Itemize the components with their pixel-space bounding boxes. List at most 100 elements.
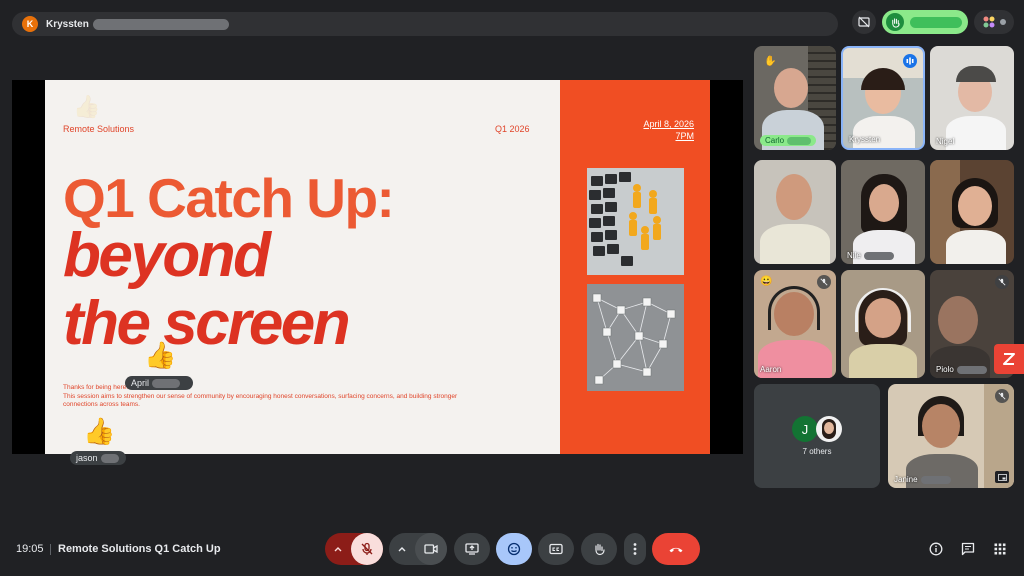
participant-name: Kryssten xyxy=(849,135,881,144)
activities-icon xyxy=(983,16,994,28)
participant-body xyxy=(946,116,1006,150)
video-options-button[interactable] xyxy=(389,533,415,565)
participant-face xyxy=(774,68,808,108)
participant-emoji-icon: 😀 xyxy=(760,276,773,287)
participant-body xyxy=(849,344,917,378)
reactions-button[interactable] xyxy=(496,533,532,565)
reaction-name-tag: April xyxy=(125,376,193,390)
participant-body xyxy=(946,230,1006,264)
participant-face xyxy=(869,184,899,222)
participant-face xyxy=(774,292,814,336)
presenter-bar[interactable]: K Kryssten xyxy=(12,12,838,36)
participant-tile[interactable]: Nile xyxy=(841,160,925,264)
participant-name-blur xyxy=(863,251,894,260)
thumbs-up-reaction-icon: 👍 xyxy=(83,416,116,446)
slide-quarter: Q1 2026 xyxy=(495,124,530,134)
participant-name: Nile xyxy=(847,251,861,260)
slide-date-block: April 8, 2026 7PM xyxy=(572,118,694,142)
raised-hands-indicator[interactable] xyxy=(882,10,968,34)
present-button[interactable] xyxy=(454,533,490,565)
presenter-name: Kryssten xyxy=(46,18,89,30)
slide-title-line3: the screen xyxy=(63,289,351,358)
participant-tile[interactable] xyxy=(930,160,1014,264)
more-vert-icon xyxy=(633,543,637,555)
camera-toggle-button[interactable] xyxy=(415,533,447,565)
raised-hand-name-blur xyxy=(910,16,962,28)
mic-off-icon xyxy=(995,275,1009,289)
participant-tile[interactable]: 😀 Aaron xyxy=(754,270,836,378)
participant-name-blur xyxy=(920,475,951,484)
present-screen-icon xyxy=(465,543,479,555)
mic-off-icon xyxy=(361,542,373,555)
activities-menu-button[interactable] xyxy=(991,540,1009,558)
reaction-name-blur xyxy=(152,378,181,388)
mic-toggle-button[interactable] xyxy=(351,533,383,565)
participant-name-pill: Piolo xyxy=(936,365,987,374)
activities-button[interactable] xyxy=(974,10,1014,34)
raise-hand-button[interactable] xyxy=(581,533,617,565)
slide-title-line2: beyond xyxy=(63,221,271,290)
slide-right-panel: April 8, 2026 7PM xyxy=(560,80,710,454)
thumbs-up-reaction-icon: 👍 xyxy=(144,340,177,370)
others-count: 7 others xyxy=(802,447,832,456)
reaction-name-blur xyxy=(100,453,119,463)
participant-tile[interactable]: ✋ Carlo xyxy=(754,46,836,150)
raise-hand-icon xyxy=(595,543,605,556)
clock: 19:05 xyxy=(16,543,44,555)
participant-name: Janine xyxy=(894,475,918,484)
participant-tile[interactable]: Nigel xyxy=(930,46,1014,150)
participant-name: Piolo xyxy=(936,365,954,374)
participant-hair xyxy=(956,66,996,82)
participant-tile[interactable] xyxy=(754,160,836,264)
others-avatar-photo xyxy=(816,416,842,442)
others-tile[interactable]: J 7 others xyxy=(754,384,880,488)
pip-icon[interactable] xyxy=(995,471,1009,483)
hide-tiles-icon xyxy=(858,16,870,28)
keyboard-people-image xyxy=(587,168,684,275)
side-widget-button[interactable] xyxy=(994,344,1024,374)
captions-button[interactable] xyxy=(538,533,574,565)
end-call-icon xyxy=(669,547,683,553)
others-avatar-initial: J xyxy=(792,416,818,442)
participant-name-pill: Janine xyxy=(894,475,951,484)
reaction-name: April xyxy=(131,378,150,388)
participant-name-pill: Nile xyxy=(847,251,894,260)
leave-call-button[interactable] xyxy=(652,533,700,565)
info-icon xyxy=(929,542,943,556)
camera-icon xyxy=(424,544,438,554)
participant-face xyxy=(922,404,960,448)
mic-control-group xyxy=(325,533,383,565)
chat-button[interactable] xyxy=(959,540,977,558)
meeting-details-button[interactable] xyxy=(927,540,945,558)
participant-face xyxy=(958,186,992,226)
participant-face xyxy=(776,174,812,220)
mic-off-icon xyxy=(817,275,831,289)
participant-name: Carlo xyxy=(765,136,785,145)
presenter-avatar: K xyxy=(22,16,38,32)
audio-options-button[interactable] xyxy=(325,533,351,565)
participant-tile[interactable]: Kryssten xyxy=(841,46,925,150)
reaction-name-tag: jason xyxy=(70,451,126,465)
presentation-stage: 👍 Remote Solutions Q1 2026 Q1 Catch Up: … xyxy=(12,80,743,454)
raised-hand-icon xyxy=(886,13,904,31)
camera-control-group xyxy=(389,533,447,565)
mic-off-icon xyxy=(995,389,1009,403)
presenter-name-blur xyxy=(92,18,229,30)
participant-face xyxy=(865,298,901,338)
meeting-title: Remote Solutions Q1 Catch Up xyxy=(58,543,221,555)
reaction-name: jason xyxy=(76,453,98,463)
hide-tiles-button[interactable] xyxy=(852,10,876,34)
slide-body-line3: connections across teams. xyxy=(63,401,140,408)
more-activity-icon xyxy=(999,19,1006,25)
speaking-indicator-icon xyxy=(903,54,917,68)
participant-tile[interactable]: Janine xyxy=(888,384,1014,488)
participant-body xyxy=(853,116,915,148)
slide-body-line2: This session aims to strengthen our sens… xyxy=(63,392,458,400)
participant-face xyxy=(938,296,978,344)
participant-tile[interactable] xyxy=(841,270,925,378)
captions-icon xyxy=(549,543,563,555)
participant-name: Nigel xyxy=(936,137,955,146)
slide-date: April 8, 2026 xyxy=(643,119,694,129)
more-options-button[interactable] xyxy=(624,533,646,565)
chevron-up-icon xyxy=(398,547,406,552)
